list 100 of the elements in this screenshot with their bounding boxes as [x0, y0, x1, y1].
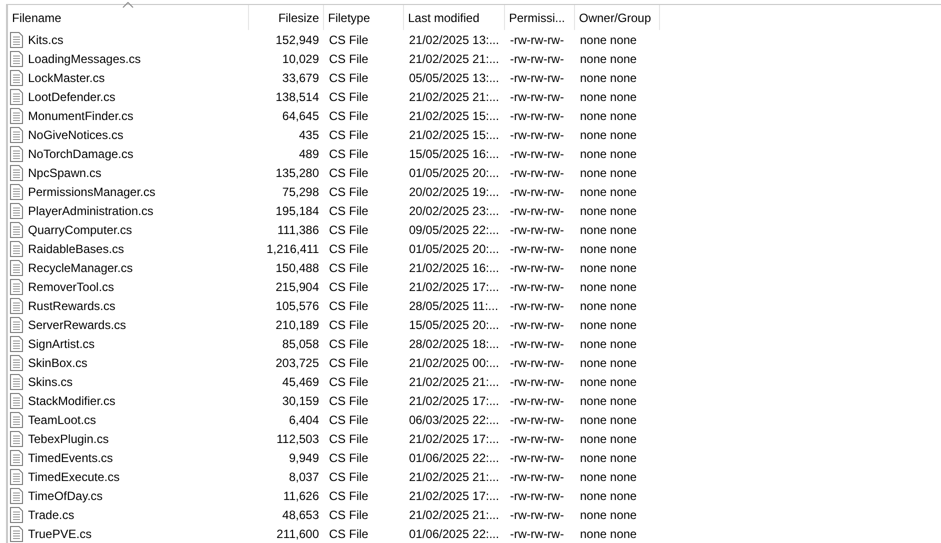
document-icon — [10, 278, 23, 294]
file-name[interactable]: LoadingMessages.cs — [28, 50, 141, 68]
file-name[interactable]: TimedExecute.cs — [28, 468, 120, 486]
table-cell-text: 112,503 — [276, 430, 319, 448]
file-name[interactable]: RustRewards.cs — [28, 296, 116, 314]
table-cell-text: none none — [580, 316, 637, 334]
file-name[interactable]: PermissionsManager.cs — [28, 182, 156, 200]
table-cell-text: 21/02/2025 21:... — [409, 506, 500, 524]
column-header[interactable]: Filename — [8, 5, 249, 30]
table-cell-text: none none — [580, 506, 637, 524]
document-icon — [10, 392, 23, 408]
document-icon — [10, 202, 23, 218]
table-cell-text: none none — [580, 278, 637, 296]
table-cell-text: 10,029 — [282, 50, 319, 68]
document-icon — [10, 32, 23, 48]
table-cell-text: 20/02/2025 19:... — [409, 184, 500, 200]
file-name[interactable]: TimeOfDay.cs — [28, 486, 103, 504]
file-name[interactable]: RemoverTool.cs — [28, 278, 114, 296]
document-icon — [10, 70, 23, 86]
table-cell-text: 105,576 — [276, 298, 319, 314]
file-name[interactable]: TimedEvents.cs — [28, 448, 113, 466]
file-name[interactable]: LootDefender.cs — [28, 88, 116, 106]
table-cell-text: 75,298 — [282, 184, 319, 200]
file-name[interactable]: NpcSpawn.cs — [28, 164, 102, 182]
table-cell-text: 21/02/2025 17:... — [409, 488, 500, 504]
table-cell-text: -rw-rw-rw- — [510, 240, 564, 258]
document-icon — [10, 316, 23, 332]
file-name[interactable]: RaidableBases.cs — [28, 240, 124, 258]
table-cell-text: 21/02/2025 17:... — [409, 392, 500, 410]
document-icon — [10, 222, 23, 238]
document-icon — [10, 430, 23, 446]
table-cell-text: 489 — [298, 146, 319, 162]
column-header[interactable]: Filesize — [249, 5, 324, 30]
table-cell-text: 15/05/2025 16:... — [409, 146, 500, 162]
table-cell-text: -rw-rw-rw- — [510, 50, 564, 68]
table-cell-text: 21/02/2025 00:... — [409, 354, 500, 372]
table-cell-text: none none — [580, 126, 637, 144]
file-name[interactable]: StackModifier.cs — [28, 392, 116, 410]
table-cell-text: CS File — [329, 146, 368, 162]
document-icon — [10, 374, 23, 390]
table-cell-text: CS File — [329, 222, 368, 238]
column-header[interactable]: Owner/Group — [575, 5, 660, 30]
file-name[interactable]: MonumentFinder.cs — [28, 106, 134, 124]
file-name[interactable]: Trade.cs — [28, 506, 74, 524]
table-cell-text: none none — [580, 488, 637, 504]
file-name[interactable]: TruePVE.cs — [28, 524, 92, 542]
document-icon — [10, 260, 23, 276]
table-cell-text: CS File — [329, 392, 368, 410]
table-cell-text: -rw-rw-rw- — [510, 298, 564, 314]
file-name[interactable]: NoGiveNotices.cs — [28, 126, 124, 144]
document-icon — [10, 488, 23, 504]
file-name[interactable]: LockMaster.cs — [28, 68, 105, 86]
table-cell-text: 21/02/2025 21:... — [409, 374, 500, 390]
file-name[interactable]: SkinBox.cs — [28, 354, 88, 372]
table-cell-text: -rw-rw-rw- — [510, 202, 564, 220]
table-cell-text: none none — [580, 164, 637, 182]
table-cell-text: -rw-rw-rw- — [510, 354, 564, 372]
table-cell-text: none none — [580, 50, 637, 68]
table-cell-text: CS File — [329, 50, 368, 68]
file-name[interactable]: NoTorchDamage.cs — [28, 144, 134, 162]
table-cell-text: 15/05/2025 20:... — [409, 316, 500, 334]
table-cell-text: none none — [580, 392, 637, 410]
table-cell-text: none none — [580, 526, 637, 542]
file-name[interactable]: PlayerAdministration.cs — [28, 202, 154, 220]
table-cell-text: CS File — [329, 88, 368, 106]
file-name[interactable]: Skins.cs — [28, 372, 73, 390]
column-header[interactable]: Last modified — [404, 5, 505, 30]
table-cell-text: 211,600 — [276, 526, 319, 542]
table-cell-text: CS File — [329, 70, 368, 86]
table-cell-text: none none — [580, 298, 637, 314]
table-cell-text: none none — [580, 32, 637, 48]
column-header[interactable]: Permissi... — [505, 5, 575, 30]
table-cell-text: 64,645 — [282, 108, 319, 124]
table-cell-text: 01/05/2025 20:... — [409, 240, 500, 258]
file-name[interactable]: Kits.cs — [28, 30, 64, 48]
file-name[interactable]: ServerRewards.cs — [28, 316, 126, 334]
table-cell-text: 21/02/2025 15:... — [409, 108, 500, 124]
table-cell-text: -rw-rw-rw- — [510, 108, 564, 124]
table-cell-text: CS File — [329, 108, 368, 124]
table-cell-text: -rw-rw-rw- — [510, 278, 564, 296]
column-header[interactable]: Filetype — [324, 5, 404, 30]
document-icon — [10, 298, 23, 314]
table-cell-text: 21/02/2025 16:... — [409, 260, 500, 276]
file-name[interactable]: SignArtist.cs — [28, 334, 95, 352]
table-cell-text: none none — [580, 450, 637, 466]
table-cell-text: -rw-rw-rw- — [510, 316, 564, 334]
table-cell-text: none none — [580, 374, 637, 390]
table-cell-text: -rw-rw-rw- — [510, 392, 564, 410]
file-name[interactable]: TeamLoot.cs — [28, 410, 96, 428]
table-cell-text: 06/03/2025 22:... — [409, 412, 500, 428]
table-cell-text: 11,626 — [283, 488, 319, 504]
document-icon — [10, 164, 23, 180]
table-cell-text: none none — [580, 260, 637, 276]
table-cell-text: 215,904 — [276, 278, 319, 296]
file-name[interactable]: TebexPlugin.cs — [28, 430, 109, 448]
file-name[interactable]: RecycleManager.cs — [28, 258, 133, 276]
table-cell-text: none none — [580, 430, 637, 448]
table-cell-text: CS File — [329, 32, 368, 48]
table-cell-text: CS File — [329, 412, 368, 428]
file-name[interactable]: QuarryComputer.cs — [28, 220, 132, 238]
